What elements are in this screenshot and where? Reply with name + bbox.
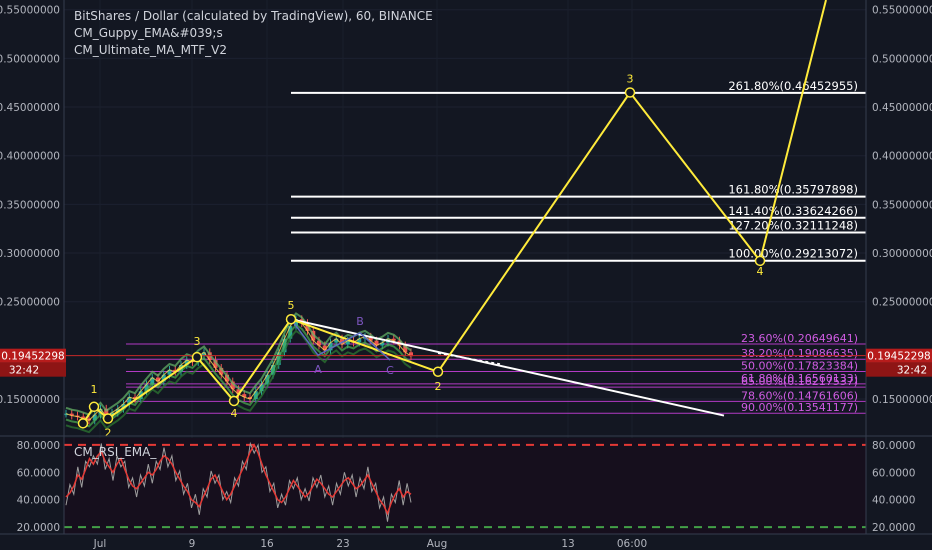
price-tag-right: 0.19452298 32:42	[866, 348, 932, 377]
wave-start-marker	[77, 418, 89, 429]
indicator-guppy-label[interactable]: CM_Guppy_EMA&#039;s	[74, 25, 433, 42]
wave-label: 3	[627, 72, 634, 85]
chart-canvas[interactable]: 261.80%(0.46452955)161.80%(0.35797898)14…	[0, 0, 932, 550]
price-tick-left: 0.30000000	[0, 248, 60, 260]
price-tick-right: 0.40000000	[872, 151, 932, 163]
time-tick: 23	[336, 538, 349, 550]
time-tick: Jul	[93, 538, 107, 550]
rsi-tick-right: 20.0000	[872, 522, 915, 534]
wave-label: 5	[288, 299, 295, 312]
wave-point-marker	[102, 413, 114, 424]
wave-point-marker	[285, 313, 297, 325]
wave-label: B	[356, 315, 364, 328]
rsi-panel	[64, 438, 866, 534]
wave-label: A	[314, 363, 322, 376]
wave-label: 2	[435, 380, 442, 393]
rsi-tick-left: 80.0000	[17, 440, 60, 452]
price-tick-left: 0.15000000	[0, 394, 60, 406]
price-tick-left: 0.40000000	[0, 151, 60, 163]
time-tick: 9	[189, 538, 196, 550]
fib-extension-label: 100.00%(0.29213072)	[728, 247, 858, 261]
wave-point-marker	[88, 401, 100, 413]
wave-label: 4	[757, 265, 764, 278]
price-tick-right: 0.50000000	[872, 53, 932, 65]
price-tick-left: 0.50000000	[0, 53, 60, 65]
price-tick-left: 0.45000000	[0, 102, 60, 114]
rsi-tick-right: 80.0000	[872, 440, 915, 452]
wave-point-marker	[432, 366, 444, 378]
rsi-tick-left: 20.0000	[17, 522, 60, 534]
current-price-label: 0.19452298	[867, 351, 930, 363]
fib-retracement-label: 90.00%(0.13541177)	[741, 401, 858, 414]
indicator-ultimate-ma-label[interactable]: CM_Ultimate_MA_MTF_V2	[74, 42, 433, 59]
price-tick-left: 0.55000000	[0, 5, 60, 17]
price-tick-right: 0.15000000	[872, 394, 932, 406]
wave-label: 2	[105, 426, 112, 439]
wave-point-marker	[624, 87, 636, 98]
rsi-legend[interactable]: CM_RSI_EMA_	[74, 445, 156, 459]
fib-extension-label: 261.80%(0.46452955)	[728, 79, 858, 93]
countdown-label: 32:42	[9, 365, 39, 377]
time-tick: 16	[260, 538, 274, 550]
rsi-tick-left: 40.0000	[17, 495, 60, 507]
price-tag-left: 0.19452298 32:42	[0, 348, 66, 377]
price-tick-right: 0.30000000	[872, 248, 932, 260]
wave-point-marker	[191, 351, 203, 363]
price-tick-right: 0.45000000	[872, 102, 932, 114]
rsi-tick-right: 40.0000	[872, 495, 915, 507]
fib-retracement-label: 38.20%(0.19086635)	[741, 347, 858, 360]
fib-extension-label: 141.40%(0.33624266)	[728, 204, 858, 218]
wave-point-marker	[228, 395, 240, 407]
fib-retracement-label: 50.00%(0.17823384)	[741, 360, 858, 373]
fib-extension-label: 161.80%(0.35797898)	[728, 183, 858, 197]
time-tick: 13	[561, 538, 574, 550]
time-tick: 06:00	[617, 538, 647, 550]
price-tick-right: 0.25000000	[872, 297, 932, 309]
time-tick: Aug	[427, 538, 448, 550]
wave-label: 4	[231, 407, 238, 420]
price-tick-left: 0.25000000	[0, 297, 60, 309]
price-tick-left: 0.35000000	[0, 199, 60, 211]
chart-title: BitShares / Dollar (calculated by Tradin…	[74, 9, 433, 23]
price-tick-right: 0.55000000	[872, 5, 932, 17]
fib-retracement-label: 23.60%(0.20649641)	[741, 332, 858, 345]
wave-label: C	[386, 364, 394, 377]
wave-label: 3	[194, 335, 201, 348]
current-price-label: 0.19452298	[1, 351, 64, 363]
fib-retracement-label: 65.00%(0.16217537)	[741, 375, 858, 388]
rsi-tick-right: 60.0000	[872, 467, 915, 479]
wave-label: 1	[91, 383, 98, 396]
chart-legend: BitShares / Dollar (calculated by Tradin…	[74, 8, 433, 59]
fib-extension-label: 127.20%(0.32111248)	[728, 218, 858, 232]
countdown-label: 32:42	[897, 365, 927, 377]
price-tick-right: 0.35000000	[872, 199, 932, 211]
rsi-tick-left: 60.0000	[17, 467, 60, 479]
